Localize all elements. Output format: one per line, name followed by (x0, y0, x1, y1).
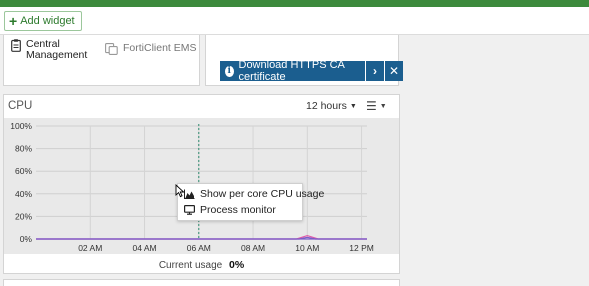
hamburger-icon: ☰ (366, 99, 377, 113)
fabric-item-forticlient-ems[interactable]: FortiClient EMS (105, 43, 197, 55)
chart-context-menu: Show per core CPU usage Process monitor (177, 183, 324, 221)
clipboard-icon (11, 39, 21, 52)
widget-menu-button[interactable]: ☰ ▼ (366, 99, 387, 113)
x-tick-label: 04 AM (132, 243, 156, 253)
chevron-right-icon[interactable]: › (366, 61, 384, 81)
cpu-widget-title: CPU (8, 100, 33, 112)
current-usage-value: 0% (228, 259, 245, 271)
dashboard-toolbar: + Add widget (0, 7, 589, 35)
notification-widget: i Download HTTPS CA certificate › ✕ (205, 35, 403, 86)
y-tick-label: 20% (15, 211, 32, 221)
next-widget (3, 279, 400, 286)
caret-down-icon: ▼ (349, 102, 357, 110)
y-tick-label: 100% (10, 121, 32, 131)
info-icon: i (225, 65, 234, 77)
central-management-label: Central Management (26, 38, 88, 61)
y-tick-label: 40% (15, 189, 32, 199)
time-range-select[interactable]: 12 hours ▼ (306, 100, 357, 112)
download-https-ca-button[interactable]: i Download HTTPS CA certificate (220, 59, 365, 83)
menu-item-per-core-cpu[interactable]: Show per core CPU usage (184, 188, 324, 200)
forticlient-ems-label: FortiClient EMS (123, 42, 197, 54)
current-usage-label: Current usage (158, 260, 223, 271)
plus-icon: + (9, 13, 18, 29)
y-tick-label: 0% (20, 234, 33, 244)
ems-icon (105, 43, 118, 55)
monitor-icon (184, 205, 195, 215)
x-tick-label: 10 AM (295, 243, 319, 253)
x-tick-label: 08 AM (241, 243, 265, 253)
add-widget-label: Add widget (20, 15, 75, 27)
y-tick-label: 80% (15, 144, 32, 154)
x-tick-label: 02 AM (78, 243, 102, 253)
add-widget-button[interactable]: + Add widget (4, 11, 82, 31)
x-tick-label: 06 AM (187, 243, 211, 253)
x-tick-label: 12 PM (349, 243, 374, 253)
fabric-item-central-management[interactable]: Central Management (11, 39, 87, 61)
y-tick-label: 60% (15, 166, 32, 176)
menu-item-label: Show per core CPU usage (200, 188, 325, 200)
cpu-widget-header: CPU 12 hours ▼ ☰ ▼ (4, 95, 399, 118)
close-icon[interactable]: ✕ (385, 61, 403, 81)
download-ca-notice: i Download HTTPS CA certificate › ✕ (220, 59, 403, 83)
download-ca-label: Download HTTPS CA certificate (238, 59, 345, 83)
caret-down-icon: ▼ (379, 102, 387, 110)
current-usage: Current usage 0% (4, 259, 399, 271)
menu-item-label: Process monitor (200, 204, 276, 216)
time-range-value: 12 hours (306, 100, 347, 112)
area-chart-icon (184, 189, 195, 199)
menu-item-process-monitor[interactable]: Process monitor (184, 204, 276, 216)
top-status-bar (0, 0, 589, 7)
mouse-cursor-icon (175, 184, 185, 198)
security-fabric-widget: Central Management FortiClient EMS (3, 35, 200, 86)
